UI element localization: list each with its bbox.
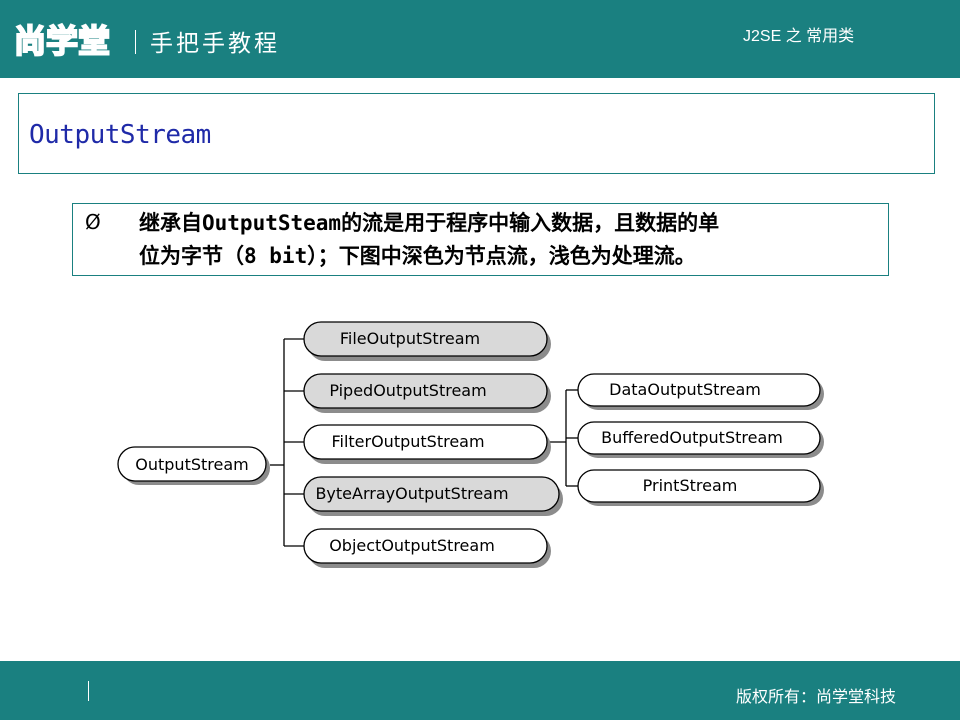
line1-suffix: 的流是用于程序中输入数据，且数据的单 xyxy=(341,211,720,235)
node-filteroutputstream: FilterOutputStream xyxy=(303,424,551,464)
node-label: PrintStream xyxy=(643,476,738,495)
slide-title: OutputStream xyxy=(29,120,211,150)
arrow-bullet-icon: Ø xyxy=(85,210,101,234)
line2-prefix: 位为字节（ xyxy=(139,244,244,268)
node-label: DataOutputStream xyxy=(609,380,761,399)
node-label: OutputStream xyxy=(135,455,248,474)
logo-text: 尚学堂 xyxy=(14,22,110,60)
description-text: 继承自OutputSteam的流是用于程序中输入数据，且数据的单 位为字节（8 … xyxy=(139,207,884,273)
header-bar: 尚学堂 手把手教程 J2SE 之 常用类 xyxy=(0,0,960,78)
node-label: ByteArrayOutputStream xyxy=(315,484,508,503)
node-bufferedoutputstream: BufferedOutputStream xyxy=(577,421,824,458)
line2-code: 8 bit xyxy=(244,244,308,268)
copyright-text: 版权所有：尚学堂科技 xyxy=(736,687,897,706)
node-pipedoutputstream: PipedOutputStream xyxy=(303,373,551,413)
node-outputstream: OutputStream xyxy=(117,446,270,485)
logo-divider xyxy=(135,30,136,54)
description-line-1: 继承自OutputSteam的流是用于程序中输入数据，且数据的单 xyxy=(139,207,884,240)
node-objectoutputstream: ObjectOutputStream xyxy=(303,528,551,568)
slogan: 手把手教程 xyxy=(150,31,280,57)
node-label: BufferedOutputStream xyxy=(601,428,783,447)
node-label: FilterOutputStream xyxy=(331,432,484,451)
footer-divider xyxy=(88,681,89,701)
description-box: Ø 继承自OutputSteam的流是用于程序中输入数据，且数据的单 位为字节（… xyxy=(72,203,889,276)
node-dataoutputstream: DataOutputStream xyxy=(577,373,824,410)
node-printstream: PrintStream xyxy=(577,469,824,506)
node-fileoutputstream: FileOutputStream xyxy=(303,321,551,361)
line1-code: OutputSteam xyxy=(202,211,342,235)
node-label: PipedOutputStream xyxy=(329,381,486,400)
footer-bar: 版权所有：尚学堂科技 xyxy=(0,661,960,720)
node-label: FileOutputStream xyxy=(340,329,480,348)
line2-suffix: ）；下图中深色为节点流，浅色为处理流。 xyxy=(307,244,696,268)
node-bytearrayoutputstream: ByteArrayOutputStream xyxy=(303,476,563,516)
class-hierarchy-diagram: OutputStream FileOutputStream PipedOutpu… xyxy=(117,321,824,568)
node-label: ObjectOutputStream xyxy=(329,536,495,555)
slide-title-box: OutputStream xyxy=(18,93,935,174)
course-title: J2SE 之 常用类 xyxy=(743,28,855,45)
description-line-2: 位为字节（8 bit）；下图中深色为节点流，浅色为处理流。 xyxy=(139,240,884,273)
line1-prefix: 继承自 xyxy=(139,211,202,235)
logo: 尚学堂 xyxy=(13,21,111,61)
